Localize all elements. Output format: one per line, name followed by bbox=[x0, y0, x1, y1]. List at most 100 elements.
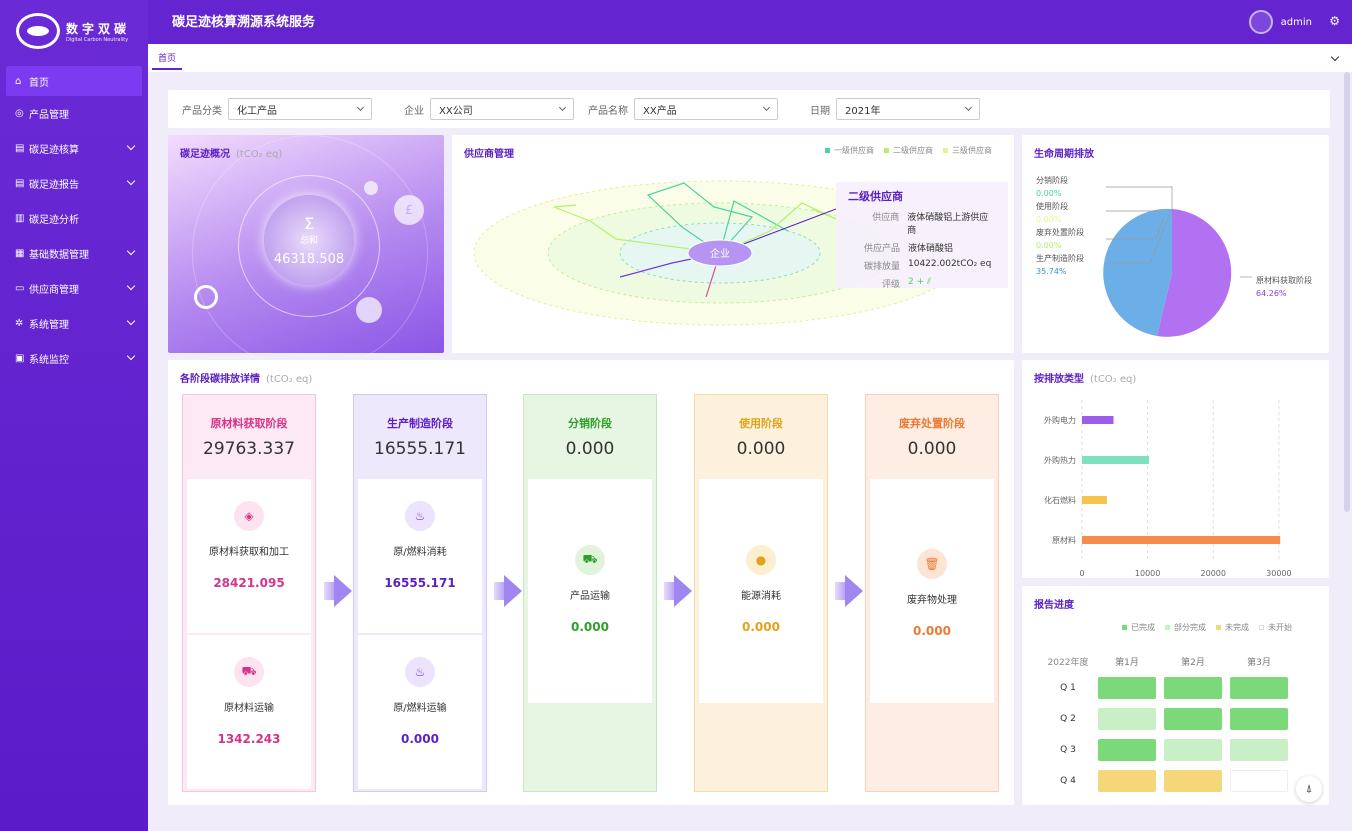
progress-cell[interactable] bbox=[1164, 769, 1222, 792]
quarter-label: Q 1 bbox=[1060, 682, 1076, 693]
stage-disposal[interactable]: 废弃处置阶段 0.000 🗑 废弃物处理 0.000 bbox=[865, 394, 999, 792]
user-menu[interactable]: admin bbox=[1248, 10, 1312, 34]
date-select[interactable]: 2021年 bbox=[836, 98, 980, 120]
sidebar-item-supplier[interactable]: ▭ 供应商管理 bbox=[0, 271, 148, 306]
legend: 已完成 部分完成 未完成 未开始 bbox=[1122, 622, 1302, 633]
select-value: XX公司 bbox=[439, 105, 473, 117]
sidebar-item-basedata[interactable]: ▦ 基础数据管理 bbox=[0, 236, 148, 271]
progress-cell[interactable] bbox=[1164, 707, 1222, 730]
pie-pct: 0.00% bbox=[1036, 241, 1062, 250]
y-category-label: 外购电力 bbox=[1044, 415, 1076, 425]
chevron-down-icon bbox=[762, 103, 771, 112]
gear-icon[interactable]: ⚙ bbox=[1329, 14, 1340, 28]
item-value: 0.000 bbox=[401, 732, 439, 746]
company-select[interactable]: XX公司 bbox=[430, 98, 574, 120]
category-select[interactable]: 化工产品 bbox=[228, 98, 372, 120]
y-category-label: 原材料 bbox=[1052, 535, 1076, 545]
lifecycle-card: 生命周期排放 分销阶段 0.00% 使用阶段 0.00% 废弃处置阶段 0.00… bbox=[1022, 135, 1329, 353]
analysis-icon: ▥ bbox=[15, 213, 25, 224]
sidebar-item-label: 碳足迹核算 bbox=[29, 145, 79, 156]
arrow-icon bbox=[835, 582, 845, 600]
sidebar-item-system[interactable]: ✲ 系统管理 bbox=[0, 306, 148, 341]
progress-cell[interactable] bbox=[1164, 738, 1222, 761]
chevron-down-icon[interactable] bbox=[1330, 52, 1340, 62]
progress-cell[interactable] bbox=[1230, 738, 1288, 761]
pie-label: 分销阶段 bbox=[1036, 175, 1068, 185]
progress-cell[interactable] bbox=[1098, 676, 1156, 699]
lifecycle-pie[interactable]: 分销阶段 0.00% 使用阶段 0.00% 废弃处置阶段 0.00% 生产制造阶… bbox=[1022, 135, 1329, 353]
brand-subtitle: Digital Carbon Neutrality bbox=[66, 36, 129, 43]
energy-icon: ● bbox=[746, 545, 776, 575]
sidebar-item-label: 供应商管理 bbox=[29, 285, 79, 296]
emission-bar-chart[interactable]: 0 10000 20000 30000 外购电力外购热力化石燃料原材料 bbox=[1022, 360, 1329, 578]
bubble bbox=[356, 297, 382, 323]
stage-name: 生产制造阶段 bbox=[387, 417, 453, 430]
progress-cell[interactable] bbox=[1164, 676, 1222, 699]
sidebar-item-report[interactable]: ▤ 碳足迹报告 bbox=[0, 166, 148, 201]
tree-icon: ⍋ bbox=[1305, 782, 1313, 795]
stage-item: 🗑 废弃物处理 0.000 bbox=[870, 479, 994, 703]
sigma-icon: Σ bbox=[303, 213, 315, 233]
pie-pct: 0.00% bbox=[1036, 215, 1062, 224]
stages-card: 各阶段碳排放详情 (tCO₂ eq) 原材料获取阶段 29763.337 ◈ 原材… bbox=[168, 360, 1014, 805]
sidebar: 数字双碳 Digital Carbon Neutrality ⌂ 首页 ◎ 产品管理 … bbox=[0, 0, 148, 831]
product-select[interactable]: XX产品 bbox=[634, 98, 778, 120]
report-card: 报告进度 已完成 部分完成 未完成 未开始 2022年度 第1月 第2月 第3月 Q 1 Q 2… bbox=[1022, 586, 1329, 805]
stage-raw-material[interactable]: 原材料获取阶段 29763.337 ◈ 原材料获取和加工 28421.095 ⛟… bbox=[182, 394, 316, 792]
stage-name: 分销阶段 bbox=[568, 417, 612, 430]
filter-bar: 产品分类 化工产品 企业 XX公司 产品名称 XX产品 日期 2021年 bbox=[168, 90, 1330, 128]
progress-cell[interactable] bbox=[1098, 769, 1156, 792]
pie-pct: 35.74% bbox=[1036, 267, 1067, 276]
bar bbox=[1082, 456, 1149, 464]
supplier-icon: ▭ bbox=[15, 283, 25, 294]
progress-cell[interactable] bbox=[1230, 707, 1288, 730]
arrow-icon bbox=[674, 575, 692, 607]
progress-cell[interactable] bbox=[1098, 738, 1156, 761]
stage-total: 0.000 bbox=[736, 439, 786, 459]
home-icon: ⌂ bbox=[15, 75, 22, 87]
quarter-row: Q 3 bbox=[1038, 734, 1296, 765]
filter-label: 企业 bbox=[404, 105, 424, 117]
bar bbox=[1082, 496, 1107, 504]
progress-cell[interactable] bbox=[1098, 707, 1156, 730]
stage-use[interactable]: 使用阶段 0.000 ● 能源消耗 0.000 bbox=[694, 394, 828, 792]
scrollbar[interactable] bbox=[1344, 72, 1350, 512]
arrow-icon bbox=[664, 582, 674, 600]
select-value: 2021年 bbox=[845, 105, 881, 117]
fuel-icon: ♨ bbox=[405, 501, 435, 531]
sidebar-item-home[interactable]: ⌂ 首页 bbox=[6, 66, 142, 96]
tab-home[interactable]: 首页 bbox=[152, 50, 183, 70]
pie-label: 生产制造阶段 bbox=[1036, 253, 1084, 263]
month-header: 第3月 bbox=[1247, 657, 1271, 668]
progress-cell[interactable] bbox=[1230, 676, 1288, 699]
item-name: 原/燃料消耗 bbox=[393, 547, 447, 558]
total-circle: Σ 总和 46318.508 bbox=[264, 195, 354, 285]
material-icon: ◈ bbox=[234, 501, 264, 531]
select-value: XX产品 bbox=[643, 105, 677, 117]
bubble bbox=[364, 181, 378, 195]
emission-type-card: 按排放类型 (tCO₂ eq) 0 10000 20000 30000 外购电力 外购热力化… bbox=[1022, 360, 1329, 578]
arrow-icon bbox=[334, 575, 352, 607]
stage-item: ● 能源消耗 0.000 bbox=[699, 479, 823, 703]
stage-distribution[interactable]: 分销阶段 0.000 ⛟ 产品运输 0.000 bbox=[523, 394, 657, 792]
sidebar-item-product[interactable]: ◎ 产品管理 bbox=[0, 96, 148, 131]
truck-icon: ⛟ bbox=[234, 657, 264, 687]
bubble bbox=[194, 285, 218, 309]
chevron-down-icon bbox=[126, 246, 136, 256]
pound-icon: £ bbox=[394, 195, 424, 225]
y-category-label: 化石燃料 bbox=[1044, 495, 1076, 505]
sidebar-item-monitor[interactable]: ▣ 系统监控 bbox=[0, 341, 148, 376]
stage-item: ◈ 原材料获取和加工 28421.095 bbox=[187, 479, 311, 633]
item-name: 废弃物处理 bbox=[907, 595, 957, 606]
sidebar-item-analysis[interactable]: ▥ 碳足迹分析 bbox=[0, 201, 148, 236]
chevron-down-icon bbox=[558, 103, 567, 112]
select-value: 化工产品 bbox=[237, 105, 277, 117]
report-icon: ▤ bbox=[15, 178, 25, 189]
progress-cell[interactable] bbox=[1230, 769, 1288, 792]
float-action-button[interactable]: ⍋ bbox=[1296, 776, 1322, 802]
item-name: 原材料获取和加工 bbox=[209, 547, 289, 558]
supplier-tooltip: 二级供应商 供应商 液体硝酸铝上游供应商 供应产品 液体硝酸铝 碳排放量 10422.… bbox=[836, 182, 1008, 290]
sidebar-item-accounting[interactable]: ▤ 碳足迹核算 bbox=[0, 131, 148, 166]
item-value: 28421.095 bbox=[213, 576, 285, 590]
stage-production[interactable]: 生产制造阶段 16555.171 ♨ 原/燃料消耗 16555.171 ♨ 原/… bbox=[353, 394, 487, 792]
